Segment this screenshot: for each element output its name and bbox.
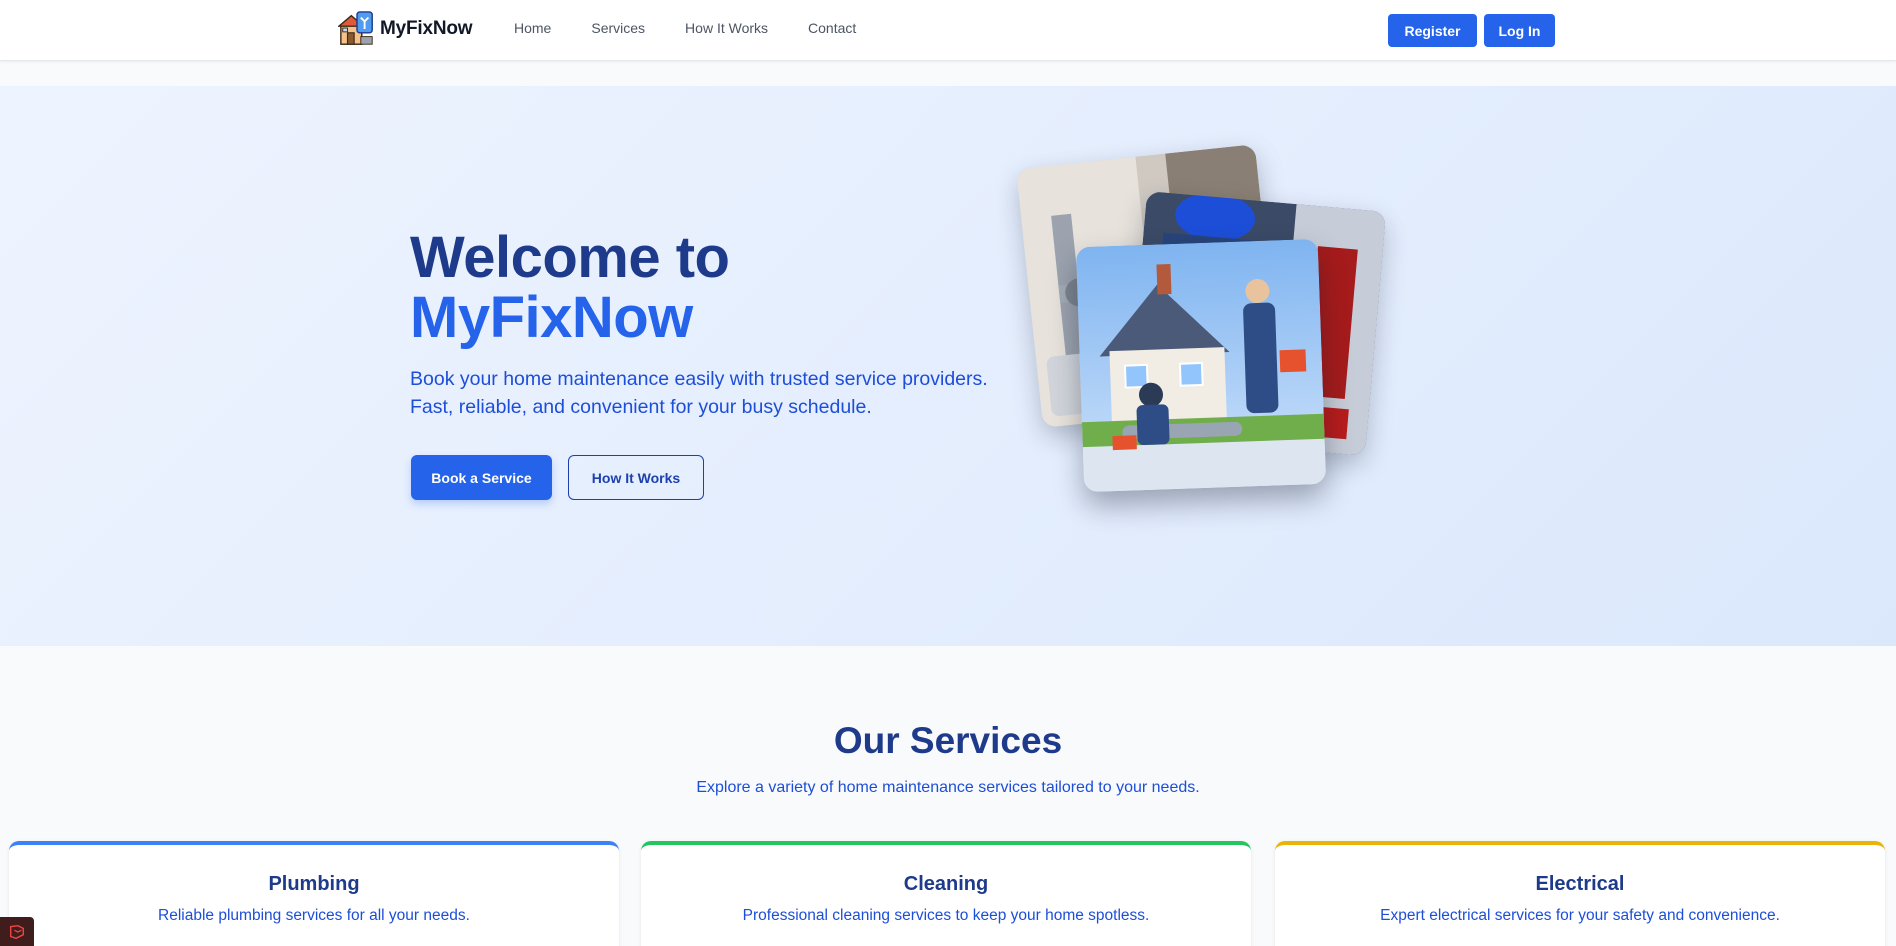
house-tools-logo-icon (337, 10, 376, 48)
service-card-title: Cleaning (903, 873, 989, 895)
service-card-description: Reliable plumbing services for all your … (158, 907, 470, 924)
main-nav: Home Services How It Works Contact (514, 20, 896, 36)
nav-link-services[interactable]: Services (591, 20, 645, 36)
service-card-cleaning[interactable]: Cleaning Professional cleaning services … (641, 841, 1251, 946)
service-card-title: Electrical (1535, 873, 1625, 895)
hero-title: Welcome to MyFixNow (410, 225, 730, 350)
service-card-description: Expert electrical services for your safe… (1380, 907, 1780, 924)
hero-subtitle: Book your home maintenance easily with t… (410, 368, 988, 418)
brand-logo-link[interactable]: MyFixNow (337, 10, 473, 48)
nav-link-how-it-works[interactable]: How It Works (685, 20, 768, 36)
services-subheading: Explore a variety of home maintenance se… (696, 779, 1200, 796)
brand-name: MyFixNow (380, 18, 473, 39)
nav-link-home[interactable]: Home (514, 20, 551, 36)
house-repair-workers-image (1075, 238, 1327, 493)
hero-section: Welcome to MyFixNow Book your home maint… (0, 86, 1896, 646)
service-card-plumbing[interactable]: Plumbing Reliable plumbing services for … (9, 841, 619, 946)
login-button[interactable]: Log In (1484, 14, 1555, 47)
service-card-electrical[interactable]: Electrical Expert electrical services fo… (1275, 841, 1885, 946)
register-button[interactable]: Register (1388, 14, 1477, 47)
book-service-button[interactable]: Book a Service (411, 455, 552, 500)
hero-title-line1: Welcome to (410, 225, 730, 290)
services-heading: Our Services (833, 720, 1063, 761)
service-card-description: Professional cleaning services to keep y… (742, 907, 1150, 924)
how-it-works-button[interactable]: How It Works (568, 455, 704, 500)
service-card-title: Plumbing (268, 873, 360, 895)
debugbar-logo-icon[interactable] (0, 917, 34, 946)
nav-link-contact[interactable]: Contact (808, 20, 856, 36)
top-navbar: MyFixNow Home Services How It Works Cont… (0, 0, 1896, 61)
hero-title-brand: MyFixNow (410, 285, 693, 350)
